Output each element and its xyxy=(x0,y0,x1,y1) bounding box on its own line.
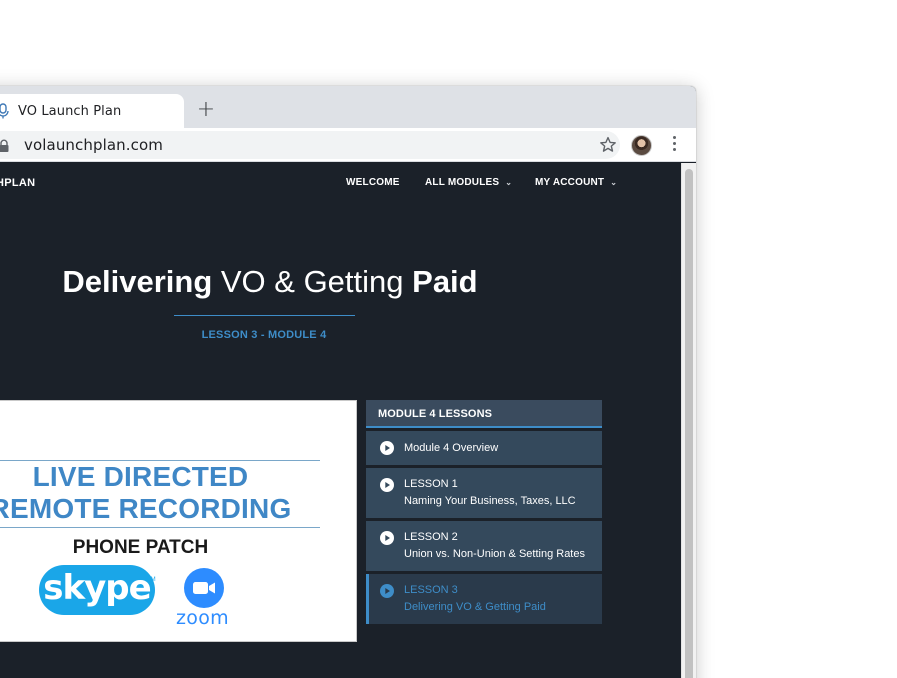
nav-my-account-label: MY ACCOUNT xyxy=(535,177,605,188)
page-scrollbar[interactable] xyxy=(681,163,696,678)
lesson-item-2[interactable]: LESSON 2 Union vs. Non-Union & Setting R… xyxy=(366,521,602,571)
lesson-title: Module 4 Overview xyxy=(404,442,499,454)
zoom-logo-text: zoom xyxy=(176,607,229,629)
video-player[interactable]: LIVE DIRECTED REMOTE RECORDING PHONE PAT… xyxy=(0,400,357,642)
browser-tab[interactable]: VO Launch Plan xyxy=(0,94,184,128)
menu-kebab-icon[interactable] xyxy=(671,136,677,154)
video-phone-patch: PHONE PATCH xyxy=(72,537,209,558)
lesson-title: Delivering VO & Getting Paid xyxy=(404,601,546,613)
play-circle-icon xyxy=(380,478,394,492)
video-headline-1: LIVE DIRECTED xyxy=(32,461,249,492)
nav-welcome-label: WELCOME xyxy=(346,177,400,188)
chevron-down-icon: ⌄ xyxy=(610,178,618,187)
address-bar[interactable]: volaunchplan.com xyxy=(0,131,620,159)
title-bold-2: Paid xyxy=(412,264,478,299)
title-bold-1: Delivering xyxy=(62,264,213,299)
skype-trademark: TM xyxy=(147,577,156,583)
chevron-down-icon: ⌄ xyxy=(505,178,513,187)
video-divider-bottom xyxy=(0,527,320,528)
nav-my-account[interactable]: MY ACCOUNT ⌄ xyxy=(535,177,617,188)
play-circle-icon xyxy=(380,441,394,455)
scrollbar-thumb[interactable] xyxy=(685,169,693,678)
title-divider xyxy=(174,315,355,316)
site-logo[interactable]: HPLAN xyxy=(0,177,35,189)
lock-icon xyxy=(0,139,9,152)
play-circle-icon xyxy=(380,584,394,598)
profile-avatar[interactable] xyxy=(631,135,652,156)
lessons-panel: MODULE 4 LESSONS Module 4 Overview LESSO… xyxy=(366,400,602,624)
lessons-header: MODULE 4 LESSONS xyxy=(366,400,602,428)
lesson-item-overview[interactable]: Module 4 Overview xyxy=(366,431,602,465)
nav-all-modules-label: ALL MODULES xyxy=(425,177,500,188)
url-text[interactable]: volaunchplan.com xyxy=(24,136,163,154)
video-headline-2: REMOTE RECORDING xyxy=(0,493,292,524)
tab-strip: VO Launch Plan + xyxy=(0,86,696,128)
lesson-number: LESSON 1 xyxy=(404,478,458,490)
browser-window: VO Launch Plan + volaunchplan.com HPLAN … xyxy=(0,86,696,678)
lesson-item-3-current[interactable]: LESSON 3 Delivering VO & Getting Paid xyxy=(366,574,602,624)
nav-welcome[interactable]: WELCOME xyxy=(346,177,400,188)
nav-all-modules[interactable]: ALL MODULES ⌄ xyxy=(425,177,512,188)
lesson-number: LESSON 3 xyxy=(404,584,458,596)
lesson-title: Union vs. Non-Union & Setting Rates xyxy=(404,548,585,560)
lesson-subtitle: LESSON 3 - MODULE 4 xyxy=(201,329,327,341)
lesson-number: LESSON 2 xyxy=(404,531,458,543)
page-viewport: HPLAN WELCOME ALL MODULES ⌄ MY ACCOUNT ⌄ D… xyxy=(0,163,696,678)
lesson-title: Naming Your Business, Taxes, LLC xyxy=(404,495,576,507)
active-lesson-indicator xyxy=(366,574,369,624)
tab-title: VO Launch Plan xyxy=(18,104,122,119)
microphone-icon xyxy=(0,103,9,119)
skype-logo: skype xyxy=(39,565,155,615)
zoom-camera-icon xyxy=(184,568,224,608)
title-light: VO & Getting xyxy=(212,264,413,299)
zoom-camera-glyph xyxy=(193,582,215,594)
bookmark-star-icon[interactable] xyxy=(598,135,618,155)
play-circle-icon xyxy=(380,531,394,545)
lesson-item-1[interactable]: LESSON 1 Naming Your Business, Taxes, LL… xyxy=(366,468,602,518)
browser-toolbar: volaunchplan.com xyxy=(0,128,696,162)
new-tab-button[interactable]: + xyxy=(192,97,220,125)
page-title: Delivering VO & Getting Paid xyxy=(0,264,580,300)
